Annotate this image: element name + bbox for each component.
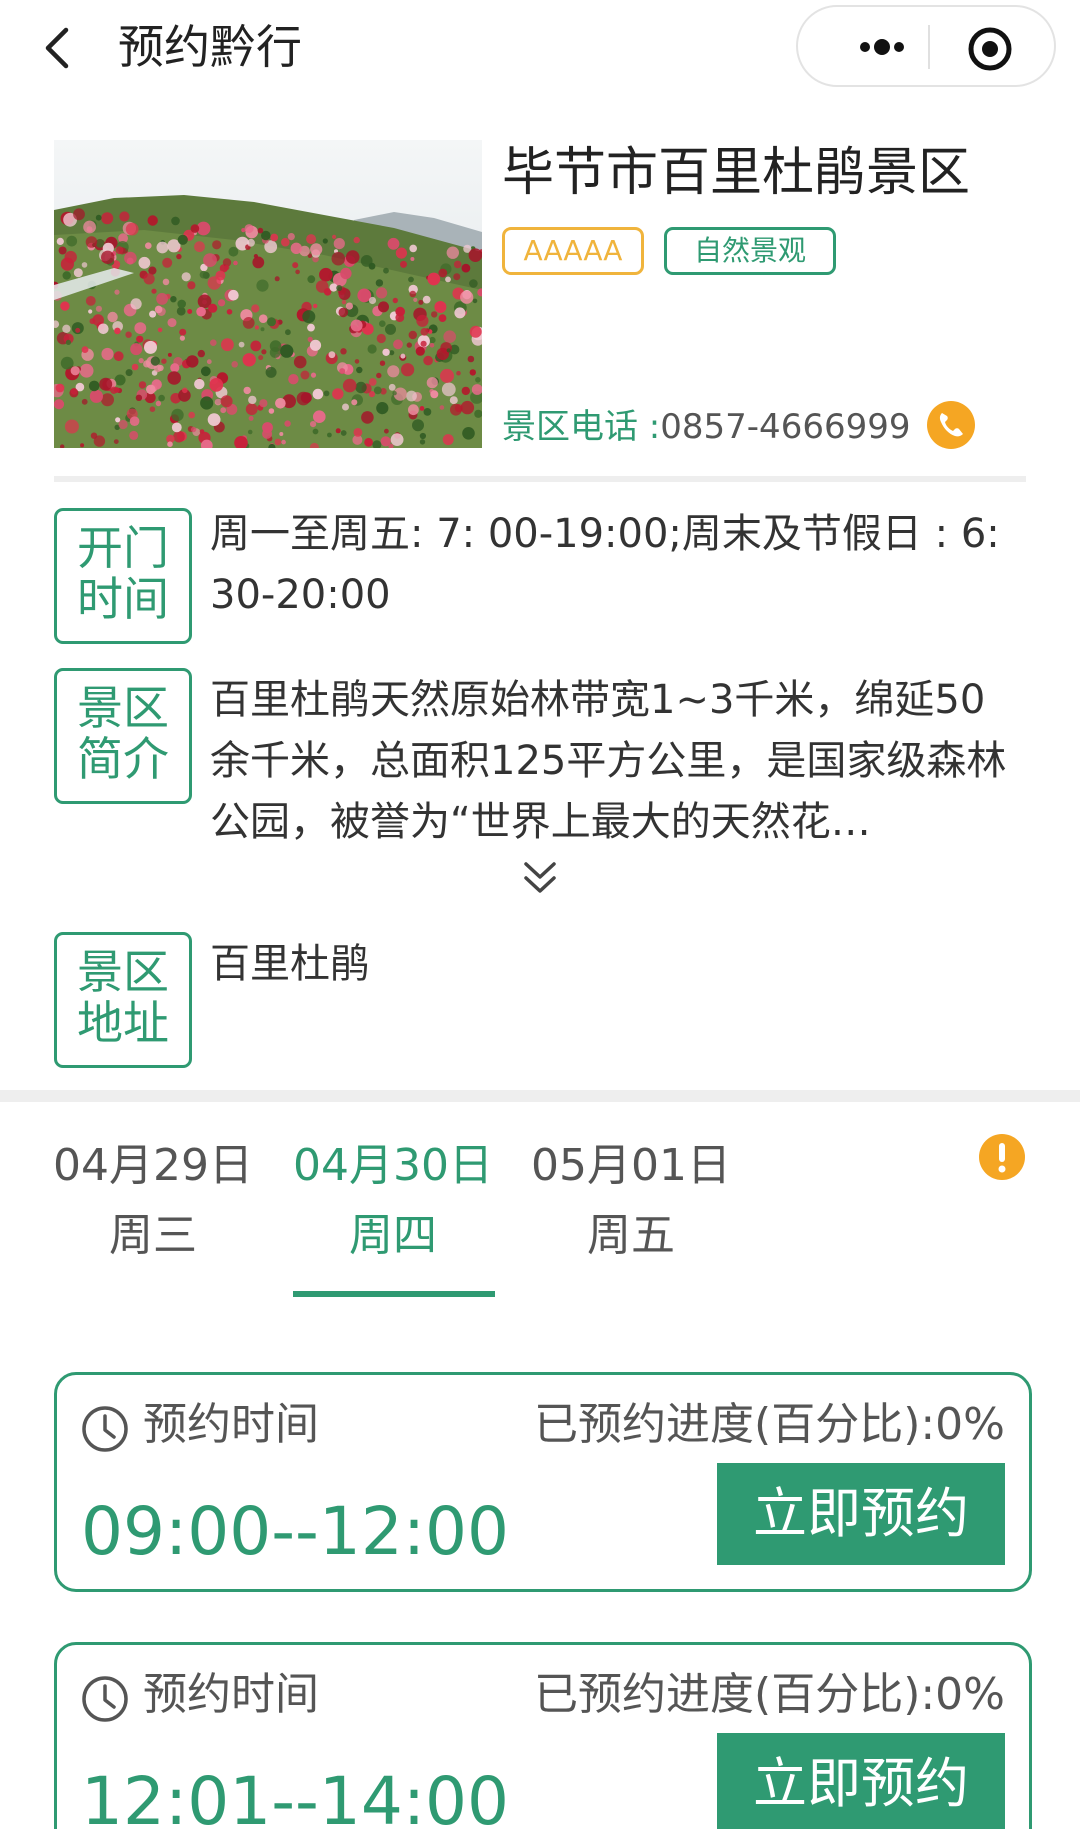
intro-label-box: 景区 简介 bbox=[54, 668, 192, 804]
double-chevron-down-icon[interactable] bbox=[522, 858, 558, 898]
date-tab-weekday: 周四 bbox=[349, 1210, 437, 1261]
clock-icon bbox=[82, 1406, 128, 1452]
date-tab-date: 04月29日 bbox=[53, 1140, 253, 1191]
slot-time: 12:01--14:00 bbox=[81, 1763, 510, 1829]
slot-progress: 已预约进度(百分比):0% bbox=[534, 1669, 1005, 1720]
intro-text: 百里杜鹃天然原始林带宽1~3千米，绵延50余千米，总面积125平方公里，是国家级… bbox=[210, 677, 1007, 845]
date-tab-2[interactable]: 04月30日 周四 bbox=[288, 1136, 498, 1266]
hours-label-box: 开门 时间 bbox=[54, 508, 192, 644]
time-slot-card: 预约时间 已预约进度(百分比):0% 12:01--14:00 立即预约 bbox=[54, 1642, 1032, 1829]
category-tag: 自然景观 bbox=[664, 227, 836, 275]
active-tab-indicator bbox=[293, 1291, 495, 1297]
rating-tag: AAAAA bbox=[502, 227, 644, 275]
address-label-line2: 地址 bbox=[77, 996, 169, 1050]
address-label-line1: 景区 bbox=[77, 945, 169, 999]
hours-label-line1: 开门 bbox=[77, 521, 169, 575]
scenic-cover-image bbox=[54, 140, 482, 448]
slot-progress: 已预约进度(百分比):0% bbox=[534, 1399, 1005, 1450]
phone-row: 景区电话 :0857-4666999 bbox=[502, 404, 910, 450]
address-text: 百里杜鹃 bbox=[210, 941, 370, 987]
phone-label: 景区电话 : bbox=[502, 407, 661, 447]
phone-number: 0857-4666999 bbox=[660, 407, 911, 447]
scenic-name: 毕节市百里杜鹃景区 bbox=[502, 143, 971, 203]
page-title: 预约黔行 bbox=[118, 20, 302, 74]
book-now-button[interactable]: 立即预约 bbox=[717, 1463, 1005, 1565]
hours-text: 周一至周五: 7: 00-19:00;周末及节假日 : 6: 30-20:00 bbox=[210, 511, 1000, 618]
slot-label: 预约时间 bbox=[143, 1669, 319, 1720]
hours-label-line2: 时间 bbox=[77, 572, 169, 626]
section-divider bbox=[54, 476, 1026, 482]
slot-time: 09:00--12:00 bbox=[81, 1493, 510, 1570]
alert-icon[interactable] bbox=[978, 1133, 1026, 1181]
intro-label-line1: 景区 bbox=[77, 681, 169, 735]
time-slot-card: 预约时间 已预约进度(百分比):0% 09:00--12:00 立即预约 bbox=[54, 1372, 1032, 1592]
book-now-button[interactable]: 立即预约 bbox=[717, 1733, 1005, 1829]
date-tab-weekday: 周三 bbox=[109, 1210, 197, 1261]
address-label-box: 景区 地址 bbox=[54, 932, 192, 1068]
target-icon[interactable] bbox=[966, 25, 1014, 73]
mini-program-capsule bbox=[796, 5, 1056, 87]
slot-label: 预约时间 bbox=[143, 1399, 319, 1450]
more-icon[interactable] bbox=[838, 32, 928, 62]
phone-icon[interactable] bbox=[926, 400, 976, 450]
date-tab-weekday: 周五 bbox=[587, 1210, 675, 1261]
capsule-divider bbox=[928, 25, 930, 69]
date-tab-3[interactable]: 05月01日 周五 bbox=[526, 1136, 736, 1266]
date-tab-1[interactable]: 04月29日 周三 bbox=[48, 1136, 258, 1266]
section-divider-thick bbox=[0, 1090, 1080, 1102]
nav-bar: 预约黔行 bbox=[0, 0, 1080, 100]
clock-icon bbox=[82, 1676, 128, 1722]
intro-label-line2: 简介 bbox=[77, 732, 169, 786]
date-tab-date: 05月01日 bbox=[531, 1140, 731, 1191]
back-icon[interactable] bbox=[36, 24, 84, 72]
date-tab-date: 04月30日 bbox=[293, 1140, 493, 1191]
